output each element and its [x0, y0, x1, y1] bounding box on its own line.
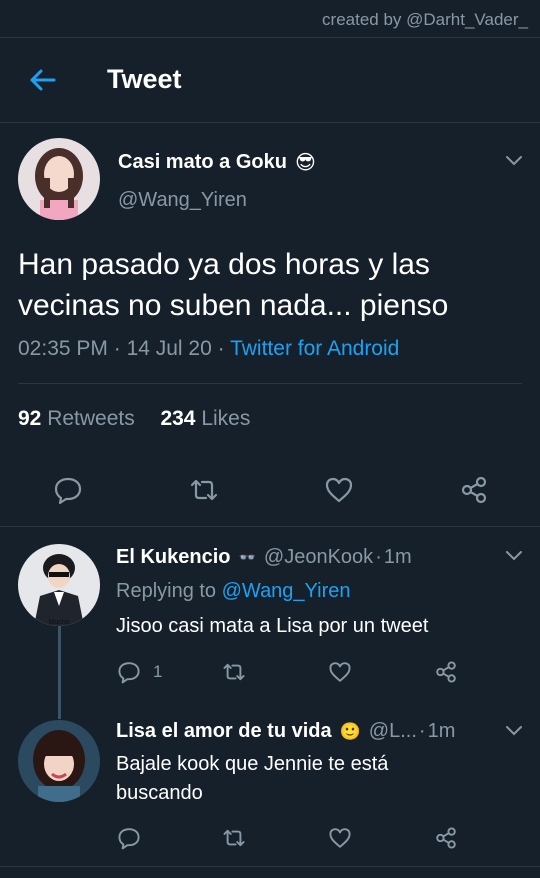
back-button[interactable] [22, 62, 62, 98]
retweet-icon[interactable] [222, 660, 246, 684]
display-name: Casi mato a Goku [118, 151, 287, 173]
glasses-emoji-icon: 👓 [238, 549, 256, 565]
reply-author-row[interactable]: El Kukencio 👓 @JeonKook · 1m [116, 546, 412, 569]
avatar-image [18, 720, 100, 802]
like-icon[interactable] [328, 826, 352, 850]
share-icon[interactable] [459, 475, 489, 505]
avatar[interactable] [18, 720, 100, 802]
chevron-down-icon[interactable] [504, 154, 524, 168]
avatar[interactable] [18, 138, 100, 220]
reply-text: Jisoo casi mata a Lisa por un tweet [116, 615, 429, 637]
reply-handle: @L... [368, 720, 417, 742]
reply-icon[interactable] [53, 475, 83, 505]
share-icon[interactable] [434, 660, 458, 684]
divider [0, 866, 540, 867]
avatar-image [18, 138, 100, 220]
reply-icon[interactable] [117, 660, 141, 684]
like-icon[interactable] [328, 660, 352, 684]
avatar-image: Mucho [18, 544, 100, 626]
tweet-stats: 92 Retweets 234 Likes [18, 407, 250, 431]
likes-count: 234 [160, 407, 196, 430]
like-icon[interactable] [324, 475, 354, 505]
watermark: created by @Darht_Vader_ [322, 10, 528, 29]
replying-to-link[interactable]: @Wang_Yiren [222, 580, 351, 602]
reply-handle: @JeonKook [263, 546, 374, 568]
tweet-source-link[interactable]: Twitter for Android [230, 337, 399, 360]
page-title: Tweet [107, 64, 182, 94]
back-arrow-icon [30, 69, 56, 91]
tweet-author-handle[interactable]: @Wang_Yiren [118, 189, 247, 212]
share-icon[interactable] [434, 826, 458, 850]
tweet-date: 14 Jul 20 [126, 337, 212, 360]
thread-line [58, 626, 61, 719]
display-name: El Kukencio [116, 546, 231, 568]
chevron-down-icon[interactable] [504, 549, 524, 563]
separator: · [375, 546, 382, 568]
separator: · [217, 337, 231, 360]
likes-label: Likes [201, 407, 251, 430]
retweets-stat[interactable]: 92 Retweets [18, 407, 135, 430]
replying-to-label: Replying to [116, 580, 217, 602]
divider [0, 526, 540, 527]
divider [18, 383, 522, 384]
reply-author-row[interactable]: Lisa el amor de tu vida 🙂 @L... · 1m [116, 720, 486, 743]
tweet-time: 02:35 PM [18, 337, 108, 360]
reply-time: 1m [427, 720, 456, 742]
replying-to: Replying to @Wang_Yiren [116, 580, 351, 603]
chevron-down-icon[interactable] [504, 724, 524, 738]
display-name: Lisa el amor de tu vida [116, 720, 332, 742]
retweet-icon[interactable] [189, 475, 219, 505]
separator: · [113, 337, 127, 360]
retweet-icon[interactable] [222, 826, 246, 850]
likes-stat[interactable]: 234 Likes [160, 407, 250, 430]
reply-time: 1m [383, 546, 412, 568]
avatar[interactable]: Mucho [18, 544, 100, 626]
separator: · [418, 720, 426, 742]
sunglasses-emoji-icon: 😎 [294, 152, 316, 174]
reply-text: Bajale kook que Jennie te está buscando [116, 753, 389, 804]
tweet-text: Han pasado ya dos horas y las vecinas no… [18, 248, 449, 322]
reply-count: 1 [153, 662, 163, 681]
tweet-author-name[interactable]: Casi mato a Goku 😎 [118, 150, 316, 175]
retweets-label: Retweets [47, 407, 135, 430]
avatar-caption: Mucho [48, 619, 69, 626]
retweets-count: 92 [18, 407, 42, 430]
reply-icon[interactable] [117, 826, 141, 850]
smiley-emoji-icon: 🙂 [339, 721, 361, 741]
header-divider [0, 122, 540, 123]
tweet-meta: 02:35 PM · 14 Jul 20 · Twitter for Andro… [18, 337, 399, 361]
header: Tweet [0, 38, 540, 122]
